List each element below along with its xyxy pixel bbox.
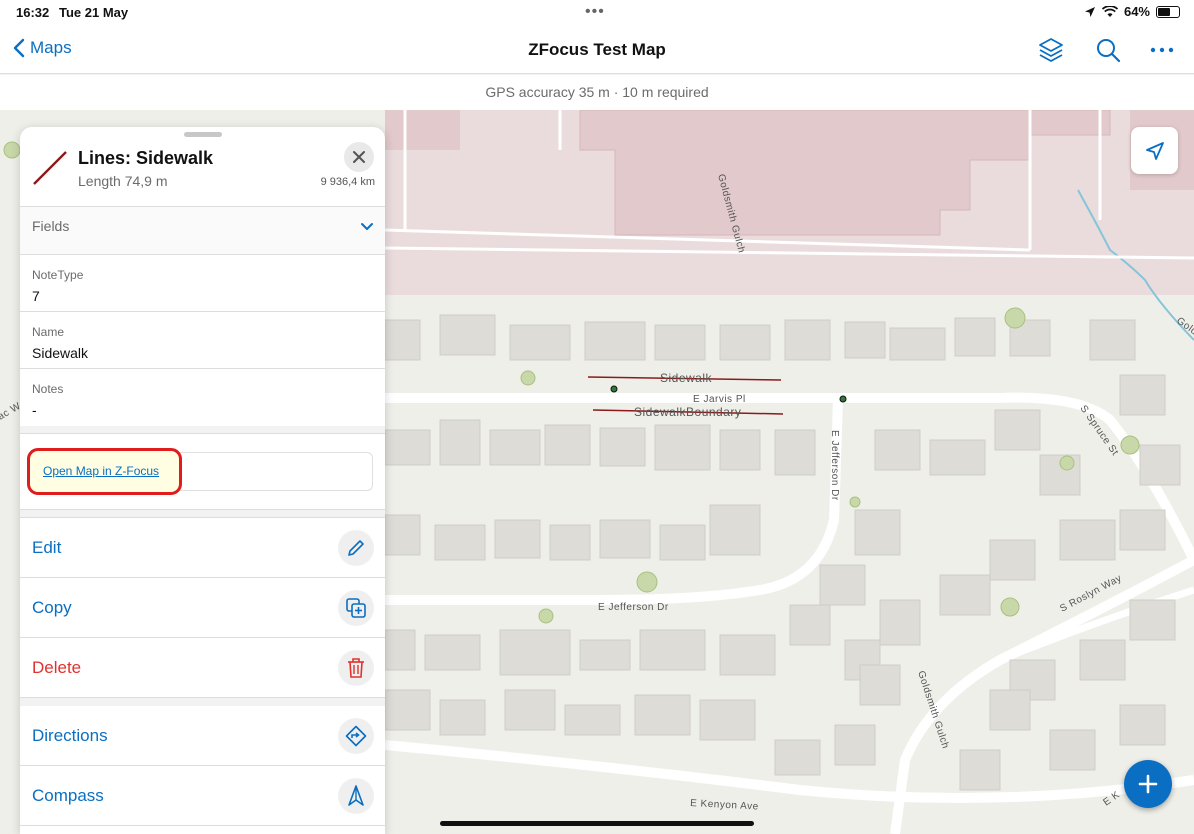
field-row-notetype: NoteType 7 — [20, 255, 385, 312]
status-right: 64% — [1084, 4, 1180, 19]
more-icon[interactable] — [1148, 36, 1176, 64]
battery-percent: 64% — [1123, 4, 1150, 19]
copy-label: Copy — [32, 598, 72, 617]
status-time: 16:32 — [16, 5, 50, 20]
feature-length: Length 74,9 m — [78, 173, 168, 189]
compass-action[interactable]: Compass — [20, 766, 385, 826]
field-label: Name — [32, 325, 65, 339]
copy-add-icon — [338, 590, 374, 626]
label-sidewalk-boundary: SidewalkBoundary — [634, 405, 741, 419]
directions-action[interactable]: Directions — [20, 706, 385, 766]
battery-icon — [1156, 5, 1180, 18]
feature-header: Lines: Sidewalk Length 74,9 m 9 936,4 km — [20, 127, 385, 207]
open-zfocus-link[interactable]: Open Map in Z-Focus — [43, 464, 159, 478]
home-indicator[interactable] — [440, 821, 754, 826]
gps-accuracy-banner: GPS accuracy 35 m · 10 m required — [0, 75, 1194, 110]
delete-label: Delete — [32, 658, 82, 677]
field-label: NoteType — [32, 268, 84, 282]
status-bar: 16:32 Tue 21 May ••• 64% — [0, 0, 1194, 26]
location-arrow-icon — [1084, 6, 1095, 17]
edit-label: Edit — [32, 538, 62, 557]
label-gold-partial: Gold — [1174, 315, 1194, 337]
houses-row-2 — [384, 409, 1181, 496]
edit-action[interactable]: Edit — [20, 518, 385, 578]
divider — [20, 698, 385, 706]
wifi-icon — [1101, 5, 1118, 17]
houses-row-4 — [384, 599, 1176, 706]
field-label: Notes — [32, 382, 64, 396]
search-icon[interactable] — [1094, 36, 1122, 64]
vertex-point[interactable] — [610, 385, 618, 393]
locate-button[interactable] — [1131, 127, 1178, 174]
field-value: Sidewalk — [32, 345, 89, 361]
label-e-jarvis-pl: E Jarvis Pl — [693, 394, 746, 405]
divider — [20, 509, 385, 518]
building-commercial-2 — [385, 110, 460, 150]
divider — [20, 426, 385, 434]
field-value: 7 — [32, 288, 40, 304]
compass-icon — [338, 778, 374, 814]
trash-icon — [338, 650, 374, 686]
navigation-arrow-icon — [1145, 141, 1164, 160]
plus-icon — [1138, 774, 1158, 794]
close-icon — [353, 151, 365, 163]
field-row-name: Name Sidewalk — [20, 312, 385, 369]
add-feature-button[interactable] — [1124, 760, 1172, 808]
copy-action[interactable]: Copy — [20, 578, 385, 638]
directions-icon — [338, 718, 374, 754]
feature-panel: Lines: Sidewalk Length 74,9 m 9 936,4 km… — [20, 127, 385, 834]
feature-title: Lines: Sidewalk — [78, 148, 214, 168]
compass-label: Compass — [32, 786, 104, 805]
delete-action[interactable]: Delete — [20, 638, 385, 698]
vertex-point[interactable] — [839, 395, 847, 403]
multitasking-dots[interactable]: ••• — [585, 3, 605, 21]
fields-toggle[interactable]: Fields — [20, 207, 385, 255]
close-button[interactable] — [344, 142, 374, 172]
line-feature-icon — [33, 151, 67, 185]
pencil-icon — [338, 530, 374, 566]
label-e-jefferson-dr-vertical: E Jefferson Dr — [829, 430, 840, 501]
field-value: - — [32, 402, 37, 418]
label-e-kenyon-ave: E Kenyon Ave — [690, 798, 759, 813]
label-e-jefferson-dr: E Jefferson Dr — [598, 602, 669, 613]
nav-bar: Maps ZFocus Test Map — [0, 26, 1194, 74]
feature-distance: 9 936,4 km — [320, 176, 375, 188]
label-sidewalk: Sidewalk — [660, 371, 713, 385]
houses-row-5 — [384, 689, 1166, 791]
fields-label: Fields — [32, 218, 70, 234]
layers-icon[interactable] — [1037, 36, 1065, 64]
chevron-down-icon — [361, 223, 373, 230]
page-title: ZFocus Test Map — [528, 40, 666, 59]
field-row-notes: Notes - — [20, 369, 385, 426]
status-date: Tue 21 May — [59, 5, 129, 20]
directions-label: Directions — [32, 726, 108, 745]
